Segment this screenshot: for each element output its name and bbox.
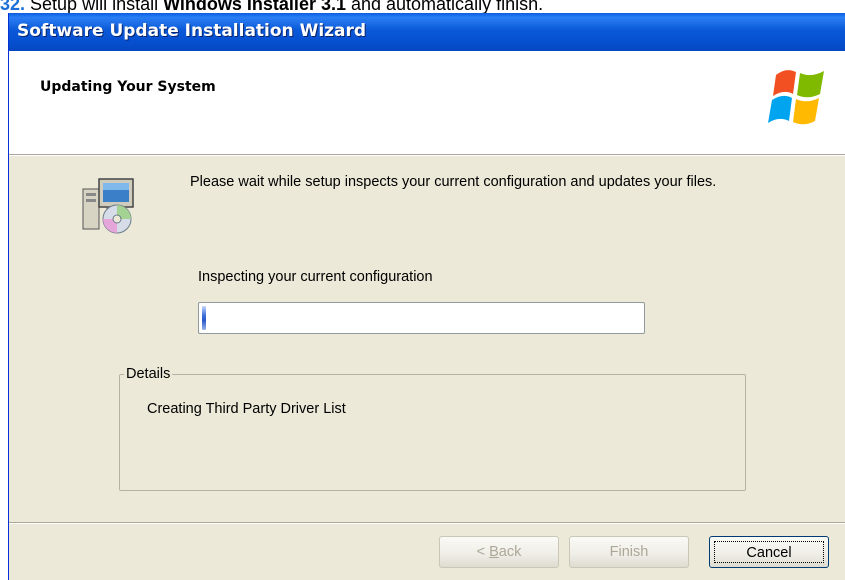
document-instruction-line: 32. Setup will install Windows Installer…: [0, 0, 845, 14]
back-button-accelerator: B: [489, 544, 499, 560]
instruction-message: Please wait while setup inspects your cu…: [190, 174, 717, 190]
setup-computer-cd-icon: [82, 178, 134, 234]
details-legend: Details: [124, 366, 173, 382]
finish-button[interactable]: Finish: [569, 536, 689, 568]
instruction-bold-text: Windows Installer 3.1: [163, 0, 346, 14]
status-text: Inspecting your current configuration: [198, 269, 433, 285]
footer-divider: [9, 522, 845, 524]
windows-flag-logo-icon: [768, 70, 824, 125]
progress-bar-fill: [202, 306, 207, 330]
progress-bar: [198, 302, 645, 334]
header-panel: Updating Your System: [9, 51, 845, 154]
wizard-window: Software Update Installation Wizard Upda…: [8, 13, 845, 580]
back-button[interactable]: < Back: [439, 536, 559, 568]
screenshot: 32. Setup will install Windows Installer…: [0, 0, 845, 580]
page-title: Updating Your System: [40, 79, 216, 95]
instruction-text-before: Setup will install: [25, 0, 164, 14]
back-button-rest: ack: [498, 544, 522, 560]
instruction-text-after: and automatically finish.: [345, 0, 544, 14]
header-divider: [9, 154, 845, 156]
title-bar[interactable]: Software Update Installation Wizard: [9, 13, 845, 51]
details-group-box: [119, 374, 746, 491]
step-number: 32.: [0, 0, 26, 14]
cancel-button[interactable]: Cancel: [709, 536, 829, 568]
cancel-button-label: Cancel: [714, 541, 824, 563]
details-text: Creating Third Party Driver List: [147, 401, 346, 417]
back-button-prefix: <: [476, 544, 490, 560]
window-title: Software Update Installation Wizard: [17, 21, 367, 41]
